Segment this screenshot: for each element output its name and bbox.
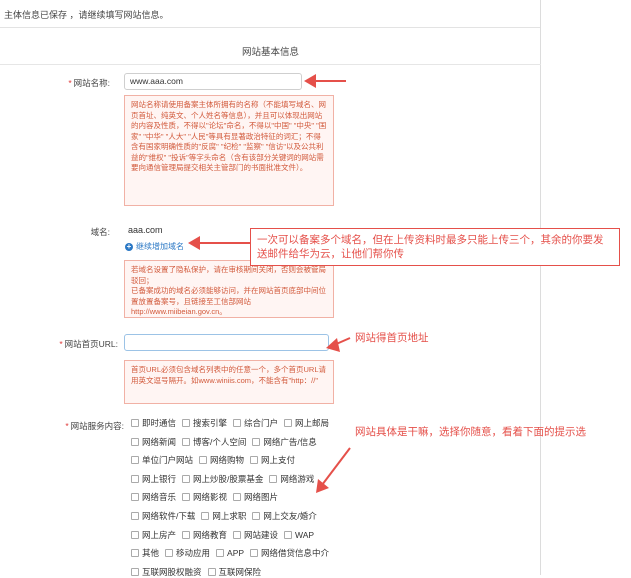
arrow-icon [326, 337, 351, 352]
arrow-icon [188, 236, 250, 250]
arrow-icon [316, 447, 351, 493]
arrow-icon [304, 74, 346, 88]
annotation-arrows [188, 74, 351, 493]
